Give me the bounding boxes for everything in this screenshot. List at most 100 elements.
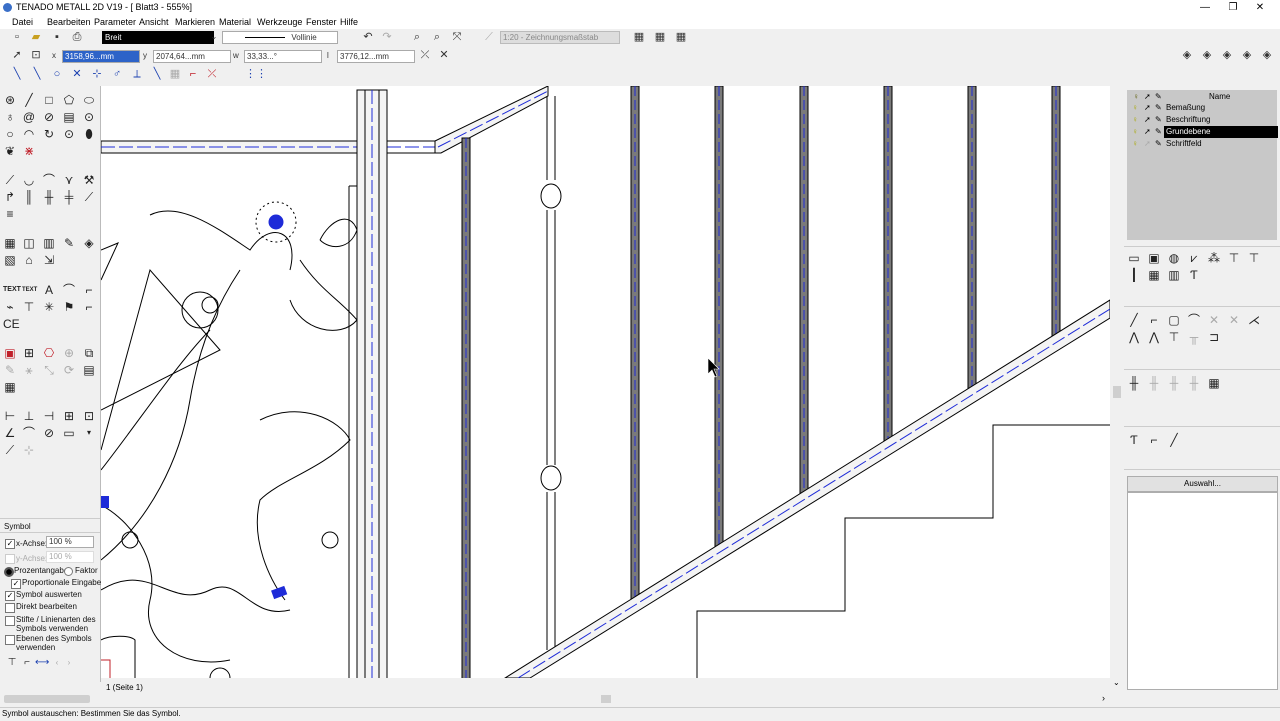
menu-bearbeiten[interactable]: Bearbeiten: [47, 17, 91, 27]
layer-stack-3-icon[interactable]: ▦: [674, 30, 688, 44]
symbol-add-icon[interactable]: ⊕: [62, 346, 76, 360]
layer-row[interactable]: ♀ ➚ ✎ Schriftfeld: [1127, 138, 1277, 150]
zoom-icon[interactable]: ⌕: [430, 30, 444, 44]
menu-datei[interactable]: Datei: [12, 17, 33, 27]
menu-werkzeuge[interactable]: Werkzeuge: [257, 17, 302, 27]
snap-intersection-icon[interactable]: ✕: [70, 67, 84, 81]
layer-bulb-icon[interactable]: ♀: [1132, 114, 1138, 126]
symbol-insert-icon[interactable]: ▣: [3, 346, 17, 360]
snap-polar-icon[interactable]: ⌐: [186, 67, 200, 81]
freehand-icon[interactable]: ❦: [3, 144, 17, 158]
y-coordinate-input[interactable]: 2074,64...mm: [153, 50, 231, 63]
line-type-select[interactable]: Vollinie: [222, 31, 338, 44]
profile-angle-icon[interactable]: ⩗: [1186, 251, 1202, 265]
array-icon[interactable]: ▥: [42, 236, 56, 250]
profile-grate-2-icon[interactable]: ▥: [1166, 268, 1182, 282]
construct-arch-icon[interactable]: ⌒: [1186, 313, 1202, 327]
profile-turn-icon[interactable]: Ƭ: [1186, 268, 1202, 282]
construct-cross-2-icon[interactable]: ✕: [1226, 313, 1242, 327]
length-input[interactable]: 3776,12...mm: [337, 50, 415, 63]
ellipse-icon[interactable]: ⊙: [62, 127, 76, 141]
layer-select-icon[interactable]: ➚: [1144, 138, 1151, 150]
menu-material[interactable]: Material: [219, 17, 251, 27]
bars-icon[interactable]: ║: [22, 190, 36, 204]
symbol-rotate-icon[interactable]: ⟳: [62, 363, 76, 377]
profile-pattern-icon[interactable]: ⁂: [1206, 251, 1222, 265]
direction-icon[interactable]: ⤫: [418, 48, 432, 62]
symbol-option-2-icon[interactable]: ⌐: [20, 656, 34, 670]
surface-icon[interactable]: ⊤: [22, 300, 36, 314]
measure-grid-icon[interactable]: ⊞: [62, 409, 76, 423]
grid-icon[interactable]: ⋮⋮: [245, 67, 267, 81]
undo-icon[interactable]: ↶: [361, 30, 375, 44]
measure-total-icon[interactable]: ⊣: [42, 409, 56, 423]
menu-ansicht[interactable]: Ansicht: [139, 17, 169, 27]
construct-roof-2-icon[interactable]: ⋀: [1146, 330, 1162, 344]
house-icon[interactable]: ⌂: [22, 253, 36, 267]
save-icon[interactable]: ▪: [50, 30, 64, 44]
proportional-checkbox[interactable]: ✓: [11, 579, 21, 589]
view-icon-1[interactable]: ◈: [1180, 48, 1194, 62]
flag-icon[interactable]: ⚑: [62, 300, 76, 314]
symbol-library-icon[interactable]: ⊞: [22, 346, 36, 360]
slot-icon[interactable]: ⬭: [82, 93, 96, 107]
note-icon[interactable]: ⌐: [82, 300, 96, 314]
point-icon[interactable]: ⊛: [3, 93, 17, 107]
profile-square-icon[interactable]: ▣: [1146, 251, 1162, 265]
profile-flat-icon[interactable]: ▭: [1126, 251, 1142, 265]
tool-icon[interactable]: ⚒: [82, 173, 96, 187]
y-axis-input[interactable]: 100 %: [46, 551, 94, 563]
profile-round-icon[interactable]: ◍: [1166, 251, 1182, 265]
block-icon[interactable]: ▦: [3, 236, 17, 250]
x-axis-checkbox[interactable]: ✓: [5, 539, 15, 549]
fillet-icon[interactable]: ⟋: [3, 173, 17, 187]
dimension-icon[interactable]: ⌒: [62, 283, 76, 297]
layer-bulb-icon[interactable]: ♀: [1132, 126, 1138, 138]
mirror-icon[interactable]: ◫: [22, 236, 36, 250]
fence-icon[interactable]: ╫: [1126, 376, 1142, 390]
view-icon-4[interactable]: ◈: [1240, 48, 1254, 62]
fill-icon[interactable]: ◈: [82, 236, 96, 250]
symbol-explode-icon[interactable]: ⚹: [22, 363, 36, 377]
menu-markieren[interactable]: Markieren: [175, 17, 215, 27]
measure-angle-icon[interactable]: ∠: [3, 426, 17, 440]
drawing-canvas[interactable]: [101, 86, 1110, 678]
menu-fenster[interactable]: Fenster: [306, 17, 337, 27]
close-window-button[interactable]: ✕: [1240, 0, 1280, 15]
symbol-replace-icon[interactable]: ⎔: [42, 346, 56, 360]
symbol-option-1-icon[interactable]: ⊤: [5, 656, 19, 670]
layer-select-icon[interactable]: ➚: [1144, 126, 1151, 138]
measure-area-icon[interactable]: ▭: [62, 426, 76, 440]
hatch-lines-icon[interactable]: ≡: [3, 207, 17, 221]
image-icon[interactable]: ▧: [3, 253, 17, 267]
stair-icon[interactable]: ⟋: [82, 190, 96, 204]
snap-point-icon[interactable]: ⊡: [29, 48, 43, 62]
layer-edit-icon[interactable]: ✎: [1155, 114, 1162, 126]
measure-line-icon[interactable]: ⊢: [3, 409, 17, 423]
material-2-icon[interactable]: ⌐: [1146, 433, 1162, 447]
construct-miter-icon[interactable]: ⋌: [1246, 313, 1262, 327]
layer-row[interactable]: ♀ ➚ ✎ Beschriftung: [1127, 114, 1277, 126]
table-icon[interactable]: ▦: [3, 380, 17, 394]
print-icon[interactable]: ⎙: [70, 30, 84, 44]
view-icon-3[interactable]: ◈: [1220, 48, 1234, 62]
snap-perpendicular-icon[interactable]: ⟂: [130, 67, 144, 81]
layer-row[interactable]: ♀ ➚ ✎ Bemaßung: [1127, 102, 1277, 114]
construct-frame-icon[interactable]: ▢: [1166, 313, 1182, 327]
snap-line-icon[interactable]: ╲: [10, 67, 24, 81]
layer-stack-2-icon[interactable]: ▦: [653, 30, 667, 44]
profile-tee-icon[interactable]: ⊤: [1226, 251, 1242, 265]
menu-hilfe[interactable]: Hilfe: [340, 17, 358, 27]
view-icon-5[interactable]: ◈: [1260, 48, 1274, 62]
snap-circle-icon[interactable]: ○: [50, 67, 64, 81]
material-3-icon[interactable]: ╱: [1166, 433, 1182, 447]
selection-button[interactable]: Auswahl...: [1127, 476, 1278, 492]
layer-bulb-icon[interactable]: ♀: [1132, 138, 1138, 150]
layer-edit-icon[interactable]: ✎: [1155, 102, 1162, 114]
new-file-icon[interactable]: ▫: [10, 30, 24, 44]
construct-corner-icon[interactable]: ⌐: [1146, 313, 1162, 327]
offset-icon[interactable]: ⊘: [42, 110, 56, 124]
stagger-icon[interactable]: ⊹: [22, 443, 36, 457]
layer-edit-icon[interactable]: ✎: [1155, 126, 1162, 138]
line-icon[interactable]: ╱: [22, 93, 36, 107]
